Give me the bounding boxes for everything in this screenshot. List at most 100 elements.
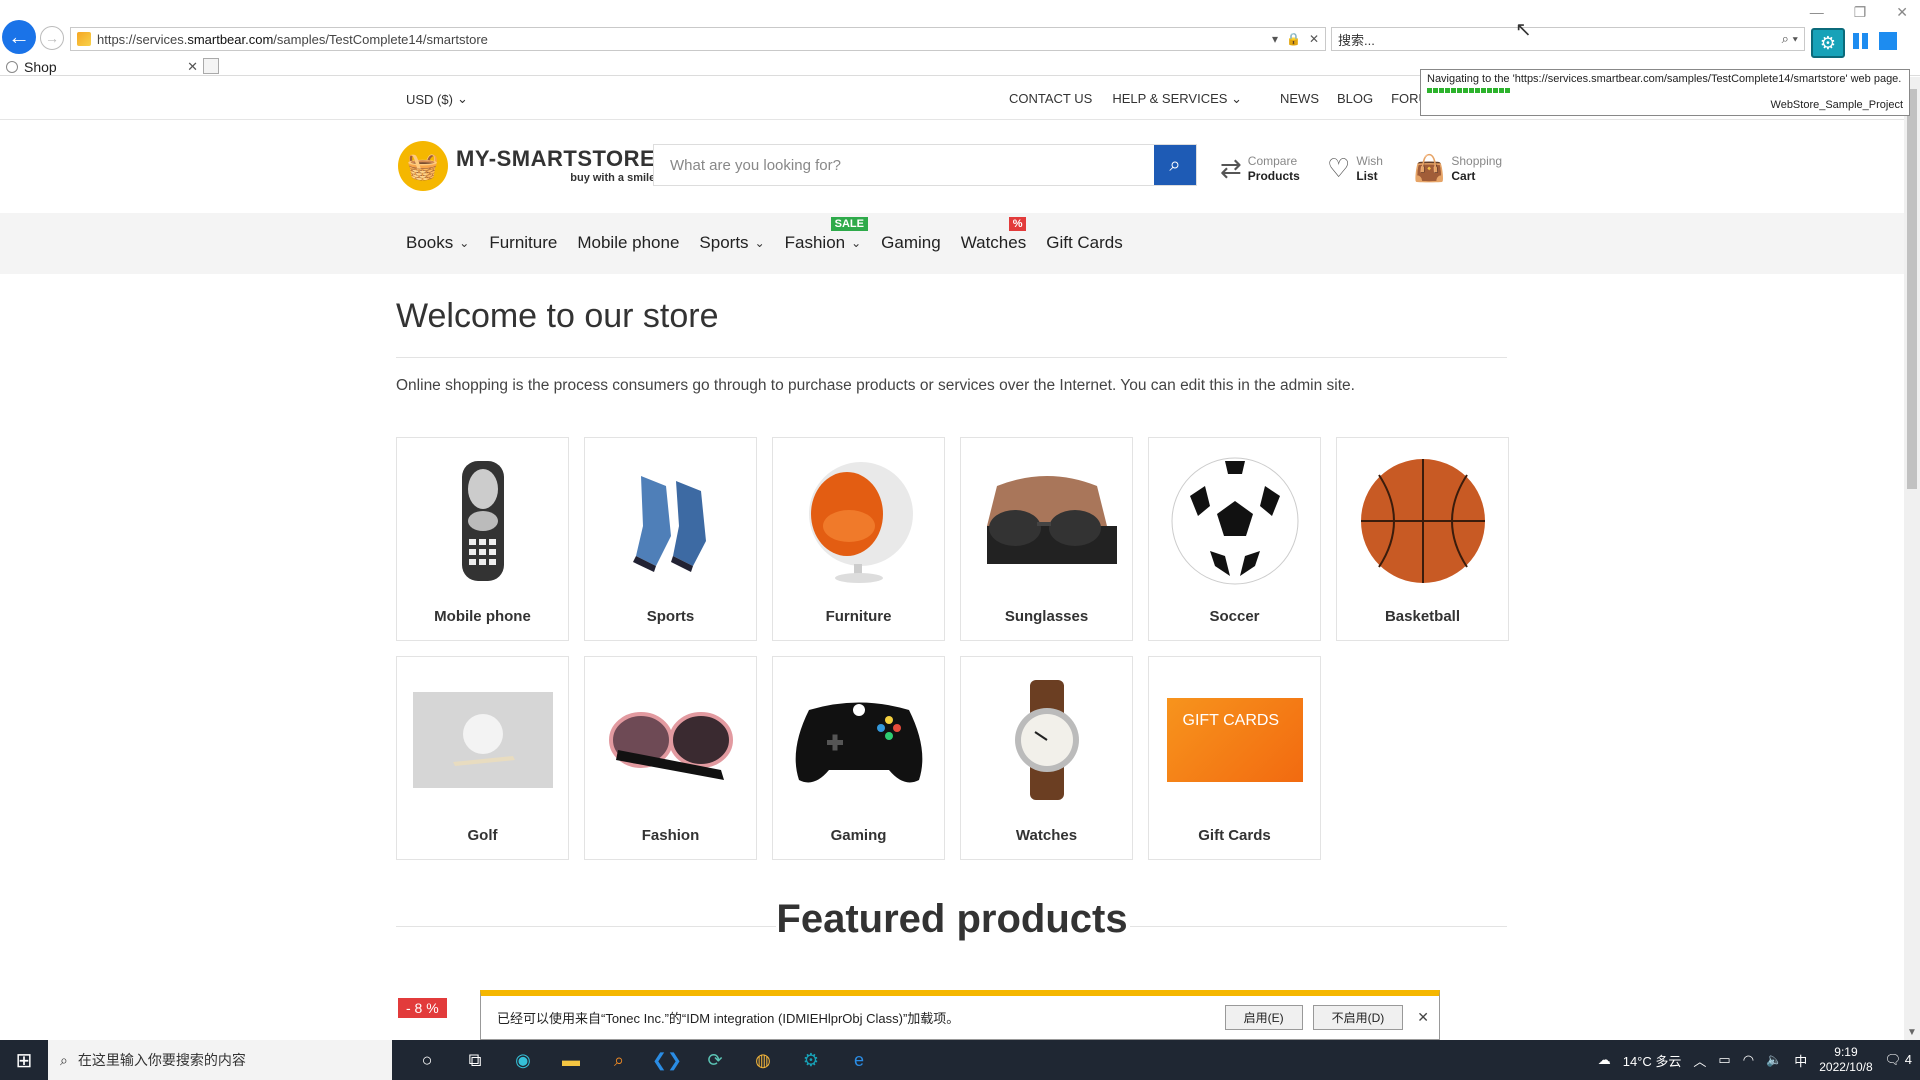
currency-selector[interactable]: USD ($) ⌄ [406,91,468,107]
forward-button[interactable]: → [40,26,64,50]
category-label: Sports [646,608,695,625]
wish-list-link[interactable]: ♡ Wish List [1327,153,1383,184]
clock-time: 9:19 [1834,1045,1858,1059]
pause-recording-icon[interactable] [1853,28,1871,54]
nav-gift-cards[interactable]: Gift Cards [1046,233,1123,253]
nav-mobile-phone[interactable]: Mobile phone [577,233,679,253]
show-hidden-icons-icon[interactable]: ︿ [1693,1051,1706,1070]
weather-text[interactable]: 14°C 多云 [1623,1051,1682,1070]
close-tab-icon[interactable]: ✕ [187,59,198,75]
page-scrollbar[interactable]: ▼ [1904,77,1920,1040]
stop-recording-icon[interactable] [1879,32,1897,50]
close-notification-icon[interactable]: ✕ [1417,1009,1429,1026]
wish-top: Wish [1356,154,1383,169]
search-input[interactable] [654,145,1154,185]
weather-icon[interactable]: ☁ [1598,1052,1611,1068]
internet-explorer-icon[interactable]: e [846,1047,872,1073]
category-basketball[interactable]: Basketball [1336,437,1509,641]
url-path: /samples/TestComplete14/smartstore [273,31,488,47]
scroll-down-icon[interactable]: ▼ [1907,1027,1917,1038]
compare-products-link[interactable]: ⇄ Compare Products [1220,153,1300,184]
gift-card-image: GIFT CARDS [1165,675,1305,805]
lock-icon[interactable]: 🔒 [1286,32,1301,46]
category-sunglasses[interactable]: Sunglasses [960,437,1133,641]
scrollbar-thumb[interactable] [1907,89,1917,489]
notification-center-icon[interactable]: 🗨 4 [1885,1052,1912,1068]
network-icon[interactable]: ◠ [1743,1052,1754,1068]
testcomplete-icon[interactable]: ⚙ [1811,28,1845,58]
category-mobile-phone[interactable]: Mobile phone [396,437,569,641]
divider [396,357,1507,358]
search-tool-icon[interactable]: ⌕ [606,1047,632,1073]
search-icon[interactable]: ⌕ ▾ [1782,31,1798,47]
back-button[interactable]: ← [2,20,36,54]
disable-addon-button[interactable]: 不启用(D) [1312,1005,1404,1030]
category-fashion[interactable]: Fashion [584,656,757,860]
store-logo[interactable]: 🧺 MY-SMARTSTORE buy with a smile [398,141,655,191]
golf-ball-image [412,675,553,805]
taskbar-search[interactable]: ⌕ 在这里输入你要搜索的内容 [48,1040,392,1080]
browser-search-placeholder: 搜索... [1338,32,1375,48]
shopping-cart-link[interactable]: 👜 Shopping Cart [1413,153,1502,184]
url-text[interactable]: https://services.smartbear.com/samples/T… [97,32,1272,47]
nav-books[interactable]: Books ⌄ [406,233,469,253]
news-link[interactable]: NEWS [1280,91,1319,107]
blog-link[interactable]: BLOG [1337,91,1373,107]
category-gift-cards[interactable]: GIFT CARDS Gift Cards [1148,656,1321,860]
ime-indicator[interactable]: 中 [1794,1051,1807,1070]
minimize-icon[interactable]: — [1810,4,1824,21]
site-header: 🧺 MY-SMARTSTORE buy with a smile ⌕ ⇄ Com… [0,121,1904,213]
search-button[interactable]: ⌕ [1154,145,1196,185]
help-services-link[interactable]: HELP & SERVICES ⌄ [1112,91,1242,107]
testcomplete-active-icon[interactable]: ⚙ [798,1047,824,1073]
dropdown-icon[interactable]: ▾ [1272,32,1278,46]
category-sports[interactable]: Sports [584,437,757,641]
category-watches[interactable]: Watches [960,656,1133,860]
tab-title: Shop [24,59,57,75]
basket-icon: 🧺 [398,141,448,191]
chrome-icon[interactable]: ◍ [750,1047,776,1073]
ball-chair-image [789,456,929,586]
url-prefix: https://services. [97,31,188,47]
category-furniture[interactable]: Furniture [772,437,945,641]
close-window-icon[interactable]: ✕ [1896,4,1908,21]
testcomplete-app-icon[interactable]: ⟳ [702,1047,728,1073]
address-bar[interactable]: https://services.smartbear.com/samples/T… [70,27,1326,51]
nav-furniture[interactable]: Furniture [489,233,557,253]
help-services-label: HELP & SERVICES [1112,91,1228,106]
battery-icon[interactable]: ▭ [1718,1052,1730,1068]
wish-bottom: List [1356,168,1378,183]
clock[interactable]: 9:19 2022/10/8 [1819,1045,1872,1075]
heart-icon: ♡ [1327,153,1351,183]
file-explorer-icon[interactable]: ▬ [558,1047,584,1073]
category-golf[interactable]: Golf [396,656,569,860]
nav-furniture-label: Furniture [489,233,558,252]
windows-start-icon[interactable]: ⊞ [0,1040,48,1080]
cortana-icon[interactable]: ○ [414,1047,440,1073]
cart-bottom: Cart [1451,168,1476,183]
contact-us-link[interactable]: CONTACT US [1009,91,1092,107]
basketball-image [1353,456,1493,586]
category-label: Golf [467,827,498,844]
chevron-down-icon: ⌄ [459,236,470,250]
nav-sports[interactable]: Sports ⌄ [699,233,764,253]
watch-image [977,675,1117,805]
category-nav: Books ⌄ Furniture Mobile phone Sports ⌄ SA… [0,213,1904,274]
edge-browser-icon[interactable]: ◉ [510,1047,536,1073]
vscode-icon[interactable]: ❮❯ [652,1047,682,1073]
stop-icon[interactable]: ✕ [1309,32,1319,46]
nav-watches[interactable]: % Watches [961,217,1027,253]
category-soccer[interactable]: Soccer [1148,437,1321,641]
category-gaming[interactable]: Gaming [772,656,945,860]
task-view-icon[interactable]: ⧉ [462,1047,488,1073]
browser-search-box[interactable]: 搜索... ⌕ ▾ [1331,27,1805,51]
volume-icon[interactable]: 🔈 [1766,1052,1782,1068]
restore-icon[interactable]: ❐ [1854,4,1867,21]
soccer-ball-image [1165,456,1305,586]
new-tab-button[interactable] [203,58,219,74]
browser-tab-shop[interactable]: Shop ✕ [6,57,198,77]
enable-addon-button[interactable]: 启用(E) [1224,1005,1303,1030]
divider [1130,926,1507,927]
nav-fashion[interactable]: SALE Fashion ⌄ [785,217,868,253]
nav-gaming[interactable]: Gaming [881,233,941,253]
